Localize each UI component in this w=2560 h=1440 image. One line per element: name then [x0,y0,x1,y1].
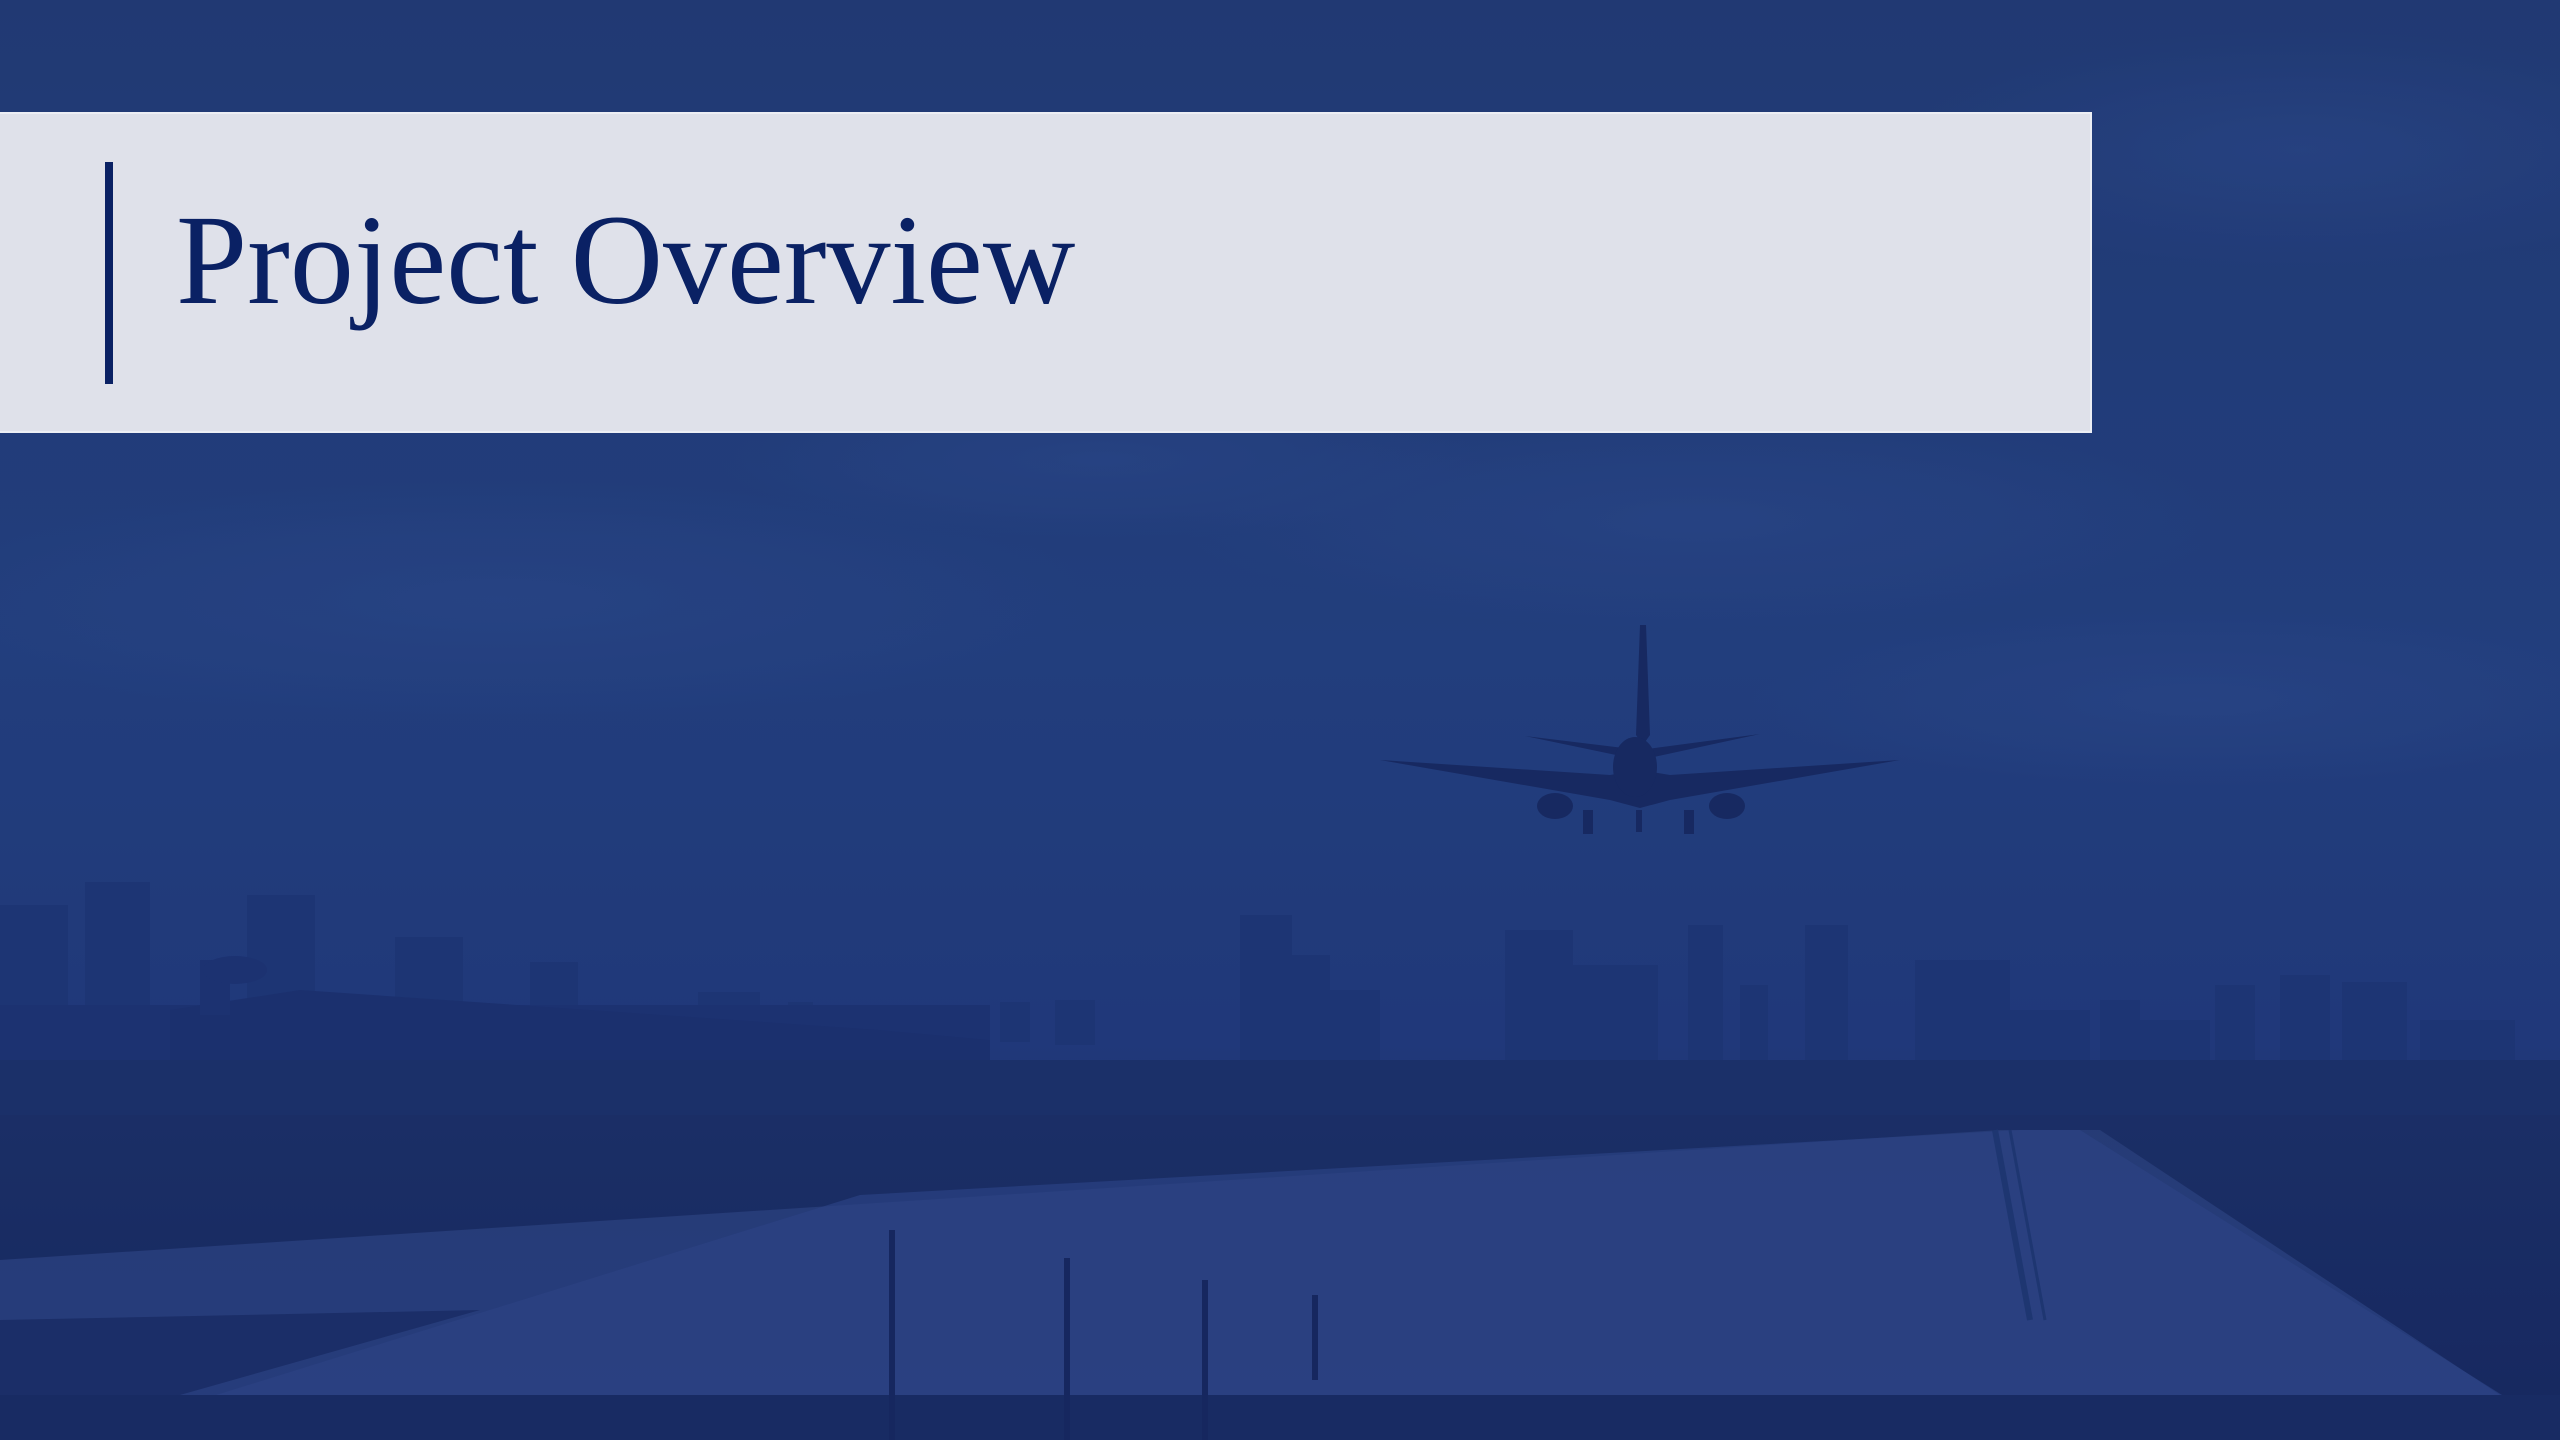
title-accent-bar [105,162,113,384]
slide-title: Project Overview [176,189,1076,331]
title-banner: Project Overview [0,112,2092,433]
slide: Project Overview [0,0,2560,1440]
